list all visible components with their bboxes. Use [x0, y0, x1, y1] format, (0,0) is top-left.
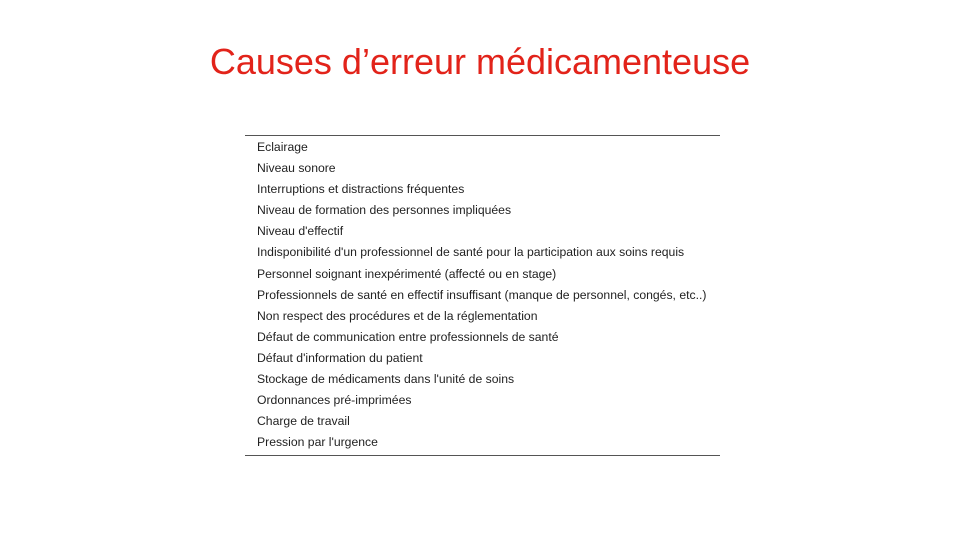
- table-row: Stockage de médicaments dans l'unité de …: [257, 372, 515, 387]
- table-row: Eclairage: [257, 140, 308, 154]
- table-row: Niveau d'effectif: [257, 224, 344, 239]
- table-row: Indisponibilité d'un professionnel de sa…: [257, 245, 685, 260]
- table-row: Professionnels de santé en effectif insu…: [257, 287, 707, 302]
- slide-title: Causes d’erreur médicamenteuse: [209, 41, 751, 82]
- table-row: Personnel soignant inexpérimenté (affect…: [257, 266, 557, 281]
- table-row: Charge de travail: [257, 414, 350, 429]
- table-row: Pression par l'urgence: [257, 435, 378, 450]
- table-row: Niveau sonore: [257, 161, 336, 176]
- table-row: Défaut d'information du patient: [257, 350, 423, 365]
- table-row: Interruptions et distractions fréquentes: [257, 182, 465, 197]
- table-row: Niveau de formation des personnes impliq…: [257, 203, 512, 218]
- table-row: Ordonnances pré-imprimées: [257, 393, 412, 408]
- table-row: Défaut de communication entre profession…: [257, 329, 559, 344]
- table-row: Non respect des procédures et de la régl…: [257, 308, 538, 323]
- causes-table: Eclairage Niveau sonore Interruptions et d…: [245, 135, 720, 457]
